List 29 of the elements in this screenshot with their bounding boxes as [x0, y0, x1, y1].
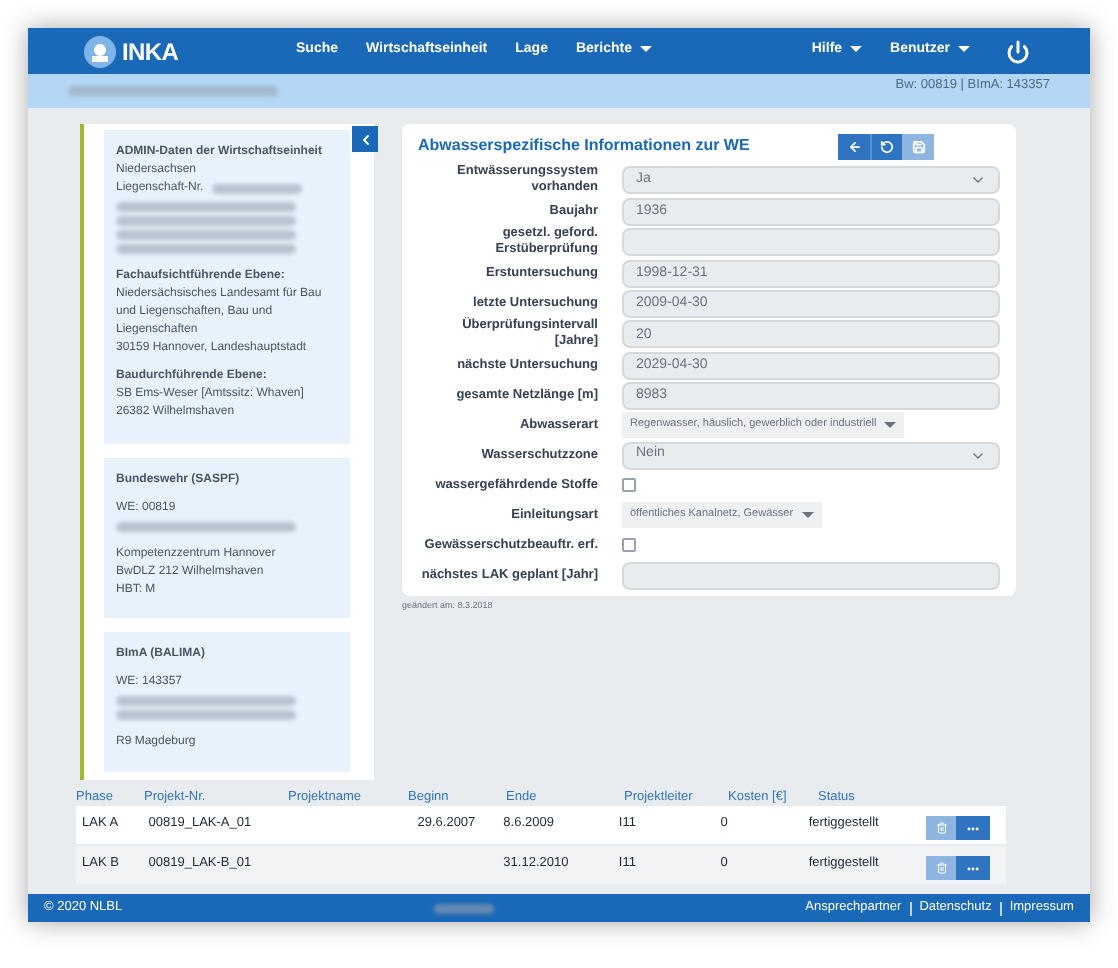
caret-icon: [884, 422, 897, 428]
arrow-left-icon: [847, 139, 861, 153]
logo-icon: [84, 35, 116, 67]
more-button[interactable]: [956, 816, 991, 840]
blurred-text: [433, 903, 494, 913]
brand-name: INKA: [122, 35, 179, 69]
collapse-button[interactable]: [352, 126, 378, 152]
caret-icon: [958, 45, 970, 52]
chevron-left-icon: [357, 131, 373, 147]
more-button[interactable]: [956, 856, 991, 880]
back-button[interactable]: [838, 133, 870, 159]
trash-icon: [935, 822, 948, 834]
form-title: Abwasserspezifische Informationen zur WE: [418, 134, 752, 158]
caret-icon: [801, 512, 814, 518]
blurred-text: [211, 184, 302, 194]
undo-button[interactable]: [870, 133, 902, 159]
power-icon[interactable]: [1006, 39, 1030, 63]
checkbox[interactable]: [622, 478, 636, 492]
input-field[interactable]: [622, 561, 1000, 589]
caret-icon: [850, 45, 863, 52]
delete-button[interactable]: [926, 856, 957, 880]
delete-button[interactable]: [926, 816, 957, 840]
input-field[interactable]: [622, 228, 1000, 256]
chevron-icon: [970, 172, 986, 188]
trash-icon: [935, 862, 948, 874]
caret-icon: [640, 45, 652, 52]
save-icon: [911, 139, 925, 153]
undo-icon: [880, 139, 894, 153]
checkbox[interactable]: [622, 538, 636, 552]
